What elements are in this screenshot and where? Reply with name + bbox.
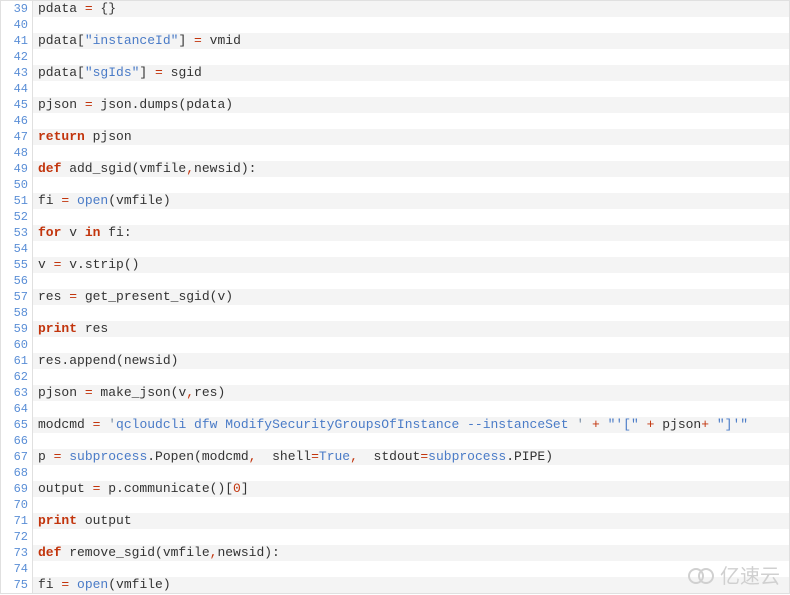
line-number: 40 (1, 17, 28, 33)
code-line (33, 273, 789, 289)
watermark-icon (688, 566, 716, 587)
code-line: print output (33, 513, 789, 529)
line-number: 72 (1, 529, 28, 545)
code-line: modcmd = 'qcloudcli dfw ModifySecurityGr… (33, 417, 789, 433)
code-line: res = get_present_sgid(v) (33, 289, 789, 305)
line-number: 67 (1, 449, 28, 465)
line-number: 65 (1, 417, 28, 433)
code-line: pdata["instanceId"] = vmid (33, 33, 789, 49)
line-number: 66 (1, 433, 28, 449)
line-number: 64 (1, 401, 28, 417)
line-number: 70 (1, 497, 28, 513)
code-line (33, 145, 789, 161)
code-line: fi = open(vmfile) (33, 193, 789, 209)
code-line: def remove_sgid(vmfile,newsid): (33, 545, 789, 561)
line-number: 39 (1, 1, 28, 17)
code-line: res.append(newsid) (33, 353, 789, 369)
watermark-text: 亿速云 (720, 569, 780, 585)
line-number: 46 (1, 113, 28, 129)
code-line (33, 465, 789, 481)
line-number: 47 (1, 129, 28, 145)
line-number: 71 (1, 513, 28, 529)
line-number: 52 (1, 209, 28, 225)
line-number: 45 (1, 97, 28, 113)
line-number: 68 (1, 465, 28, 481)
line-number: 58 (1, 305, 28, 321)
code-line (33, 337, 789, 353)
line-number: 44 (1, 81, 28, 97)
code-line (33, 401, 789, 417)
code-line (33, 305, 789, 321)
code-line (33, 177, 789, 193)
code-line (33, 561, 789, 577)
code-line (33, 497, 789, 513)
code-line: v = v.strip() (33, 257, 789, 273)
line-number: 43 (1, 65, 28, 81)
line-number: 49 (1, 161, 28, 177)
line-number: 59 (1, 321, 28, 337)
code-block: 3940414243444546474849505152535455565758… (0, 0, 790, 594)
code-area: pdata = {} pdata["instanceId"] = vmid pdat… (33, 1, 789, 593)
line-number: 75 (1, 577, 28, 593)
code-line (33, 113, 789, 129)
code-line: return pjson (33, 129, 789, 145)
code-line (33, 81, 789, 97)
code-line (33, 433, 789, 449)
code-line: pjson = json.dumps(pdata) (33, 97, 789, 113)
code-line (33, 209, 789, 225)
code-line: for v in fi: (33, 225, 789, 241)
line-number: 60 (1, 337, 28, 353)
line-number: 53 (1, 225, 28, 241)
code-line (33, 17, 789, 33)
line-number: 57 (1, 289, 28, 305)
line-number: 61 (1, 353, 28, 369)
code-line (33, 529, 789, 545)
code-line: fi = open(vmfile) (33, 577, 789, 593)
code-line: print res (33, 321, 789, 337)
line-number: 55 (1, 257, 28, 273)
line-number: 73 (1, 545, 28, 561)
line-number: 42 (1, 49, 28, 65)
line-number: 56 (1, 273, 28, 289)
line-number: 51 (1, 193, 28, 209)
code-line (33, 241, 789, 257)
line-number: 69 (1, 481, 28, 497)
code-line (33, 369, 789, 385)
line-number: 62 (1, 369, 28, 385)
line-number: 74 (1, 561, 28, 577)
line-number: 54 (1, 241, 28, 257)
code-line: pjson = make_json(v,res) (33, 385, 789, 401)
watermark: 亿速云 (688, 566, 780, 587)
code-line (33, 49, 789, 65)
line-number: 48 (1, 145, 28, 161)
line-number: 63 (1, 385, 28, 401)
code-line: p = subprocess.Popen(modcmd, shell=True,… (33, 449, 789, 465)
line-number: 50 (1, 177, 28, 193)
code-line: output = p.communicate()[0] (33, 481, 789, 497)
code-line: pdata["sgIds"] = sgid (33, 65, 789, 81)
code-line: pdata = {} (33, 1, 789, 17)
code-line: def add_sgid(vmfile,newsid): (33, 161, 789, 177)
line-number-gutter: 3940414243444546474849505152535455565758… (1, 1, 33, 593)
line-number: 41 (1, 33, 28, 49)
